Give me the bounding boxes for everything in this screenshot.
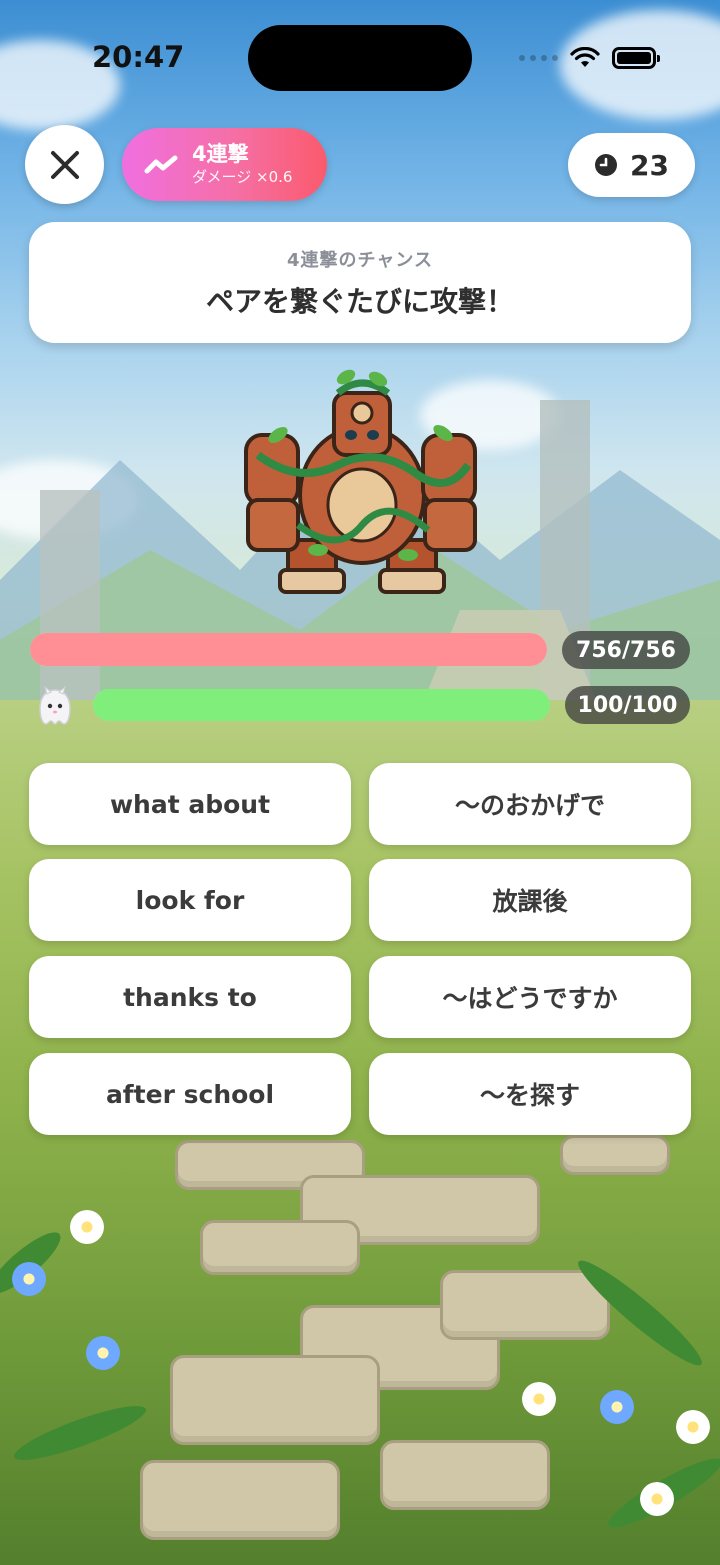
flower: [640, 1482, 674, 1516]
path-stone: [380, 1440, 550, 1510]
cellular-signal-icon: [519, 55, 558, 61]
dynamic-island: [248, 25, 472, 91]
player-ghost-avatar: [39, 686, 71, 725]
timer-badge: 23: [568, 133, 695, 197]
timer-value: 23: [630, 148, 669, 182]
enemy-hp-bar: [30, 633, 547, 666]
clock-icon: [595, 154, 618, 176]
player-hp-text: 100/100: [565, 686, 690, 724]
path-stone: [560, 1135, 670, 1175]
chance-title: ペアを繋ぐたびに攻撃！: [205, 284, 514, 318]
flower: [676, 1410, 710, 1444]
close-button[interactable]: [25, 125, 104, 204]
flower: [70, 1210, 104, 1244]
golem-monster-image: [244, 369, 477, 594]
combo-damage-multiplier: ダメージ ×0.6: [192, 168, 293, 187]
path-stone: [140, 1460, 340, 1540]
player-hp-fill: [93, 689, 550, 721]
battery-icon: [612, 47, 660, 69]
path-stone: [170, 1355, 380, 1445]
flower: [86, 1336, 120, 1370]
combo-badge: 4連撃 ダメージ ×0.6: [122, 128, 327, 201]
flower: [600, 1390, 634, 1424]
enemy-hp-fill: [30, 633, 547, 666]
combo-title: 4連撃: [192, 142, 249, 167]
close-icon: [50, 150, 79, 179]
flower: [12, 1262, 46, 1296]
path-stone: [440, 1270, 610, 1340]
answer-tile-japanese[interactable]: 〜のおかげで: [369, 763, 691, 845]
player-hp-bar: [93, 689, 550, 721]
chance-label: 4連撃のチャンス: [287, 249, 433, 271]
answer-tile-english[interactable]: what about: [29, 763, 351, 845]
answer-tile-japanese[interactable]: 〜はどうですか: [369, 956, 691, 1038]
enemy-hp-text: 756/756: [562, 631, 690, 669]
answer-tile-english[interactable]: after school: [29, 1053, 351, 1135]
status-bar-icons: [519, 44, 660, 72]
answer-tile-english[interactable]: thanks to: [29, 956, 351, 1038]
path-stone: [200, 1220, 360, 1275]
trending-wave-icon: [144, 155, 178, 173]
wifi-icon: [570, 47, 600, 67]
answer-tile-english[interactable]: look for: [29, 859, 351, 941]
status-bar-time: 20:47: [92, 40, 185, 74]
answer-tile-japanese[interactable]: 〜を探す: [369, 1053, 691, 1135]
flower: [522, 1382, 556, 1416]
answer-tile-japanese[interactable]: 放課後: [369, 859, 691, 941]
chance-card: 4連撃のチャンス ペアを繋ぐたびに攻撃！: [29, 222, 691, 343]
